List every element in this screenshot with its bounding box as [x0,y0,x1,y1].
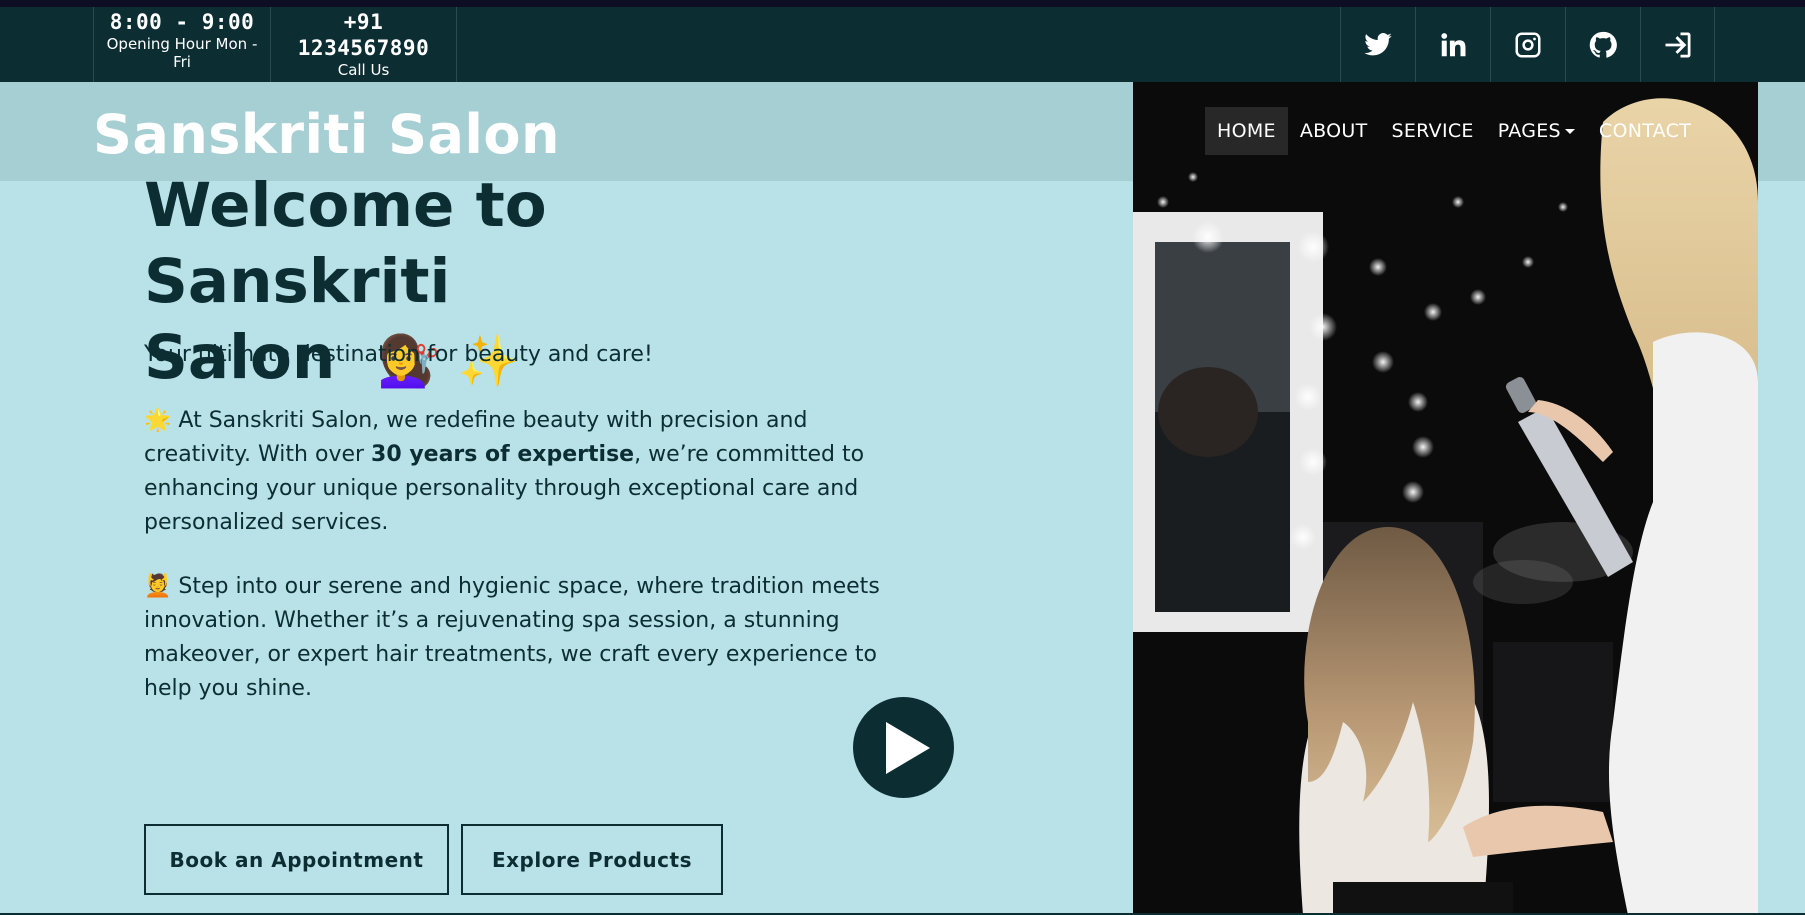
github-icon [1589,31,1617,58]
para2-text: Step into our serene and hygienic space,… [144,574,880,701]
social-links [1340,7,1715,82]
login-icon [1665,32,1690,57]
play-icon [885,721,930,774]
login-link[interactable] [1640,7,1715,82]
main-nav: HOME ABOUT SERVICE PAGES CONTACT [1205,107,1703,155]
hero-salon-photo [1133,82,1758,915]
instagram-icon [1515,32,1541,57]
top-info-bar: 8:00 - 9:00 Opening Hour Mon - Fri +91 1… [0,7,1805,82]
star-emoji-icon: 🌟 [144,408,172,433]
phone-number: +91 1234567890 [297,10,430,60]
opening-hours-value: 8:00 - 9:00 [109,10,255,34]
book-appointment-button[interactable]: Book an Appointment [144,824,449,895]
explore-products-button[interactable]: Explore Products [461,824,723,895]
instagram-link[interactable] [1490,7,1565,82]
hero-paragraph-1: 🌟 At Sanskriti Salon, we redefine beauty… [144,404,884,540]
salon-photo-illustration [1133,82,1758,915]
hero-tagline: Your ultimate destination for beauty and… [144,342,653,367]
opening-hours: 8:00 - 9:00 Opening Hour Mon - Fri [93,7,271,82]
window-top-edge [0,0,1805,7]
play-video-button[interactable] [853,697,954,798]
nav-pages[interactable]: PAGES [1486,107,1587,155]
phone-label: Call Us [337,61,390,79]
contact-info: 8:00 - 9:00 Opening Hour Mon - Fri +91 1… [93,7,457,82]
github-link[interactable] [1565,7,1640,82]
spa-emoji-icon: 💆 [144,574,172,599]
nav-pages-label: PAGES [1497,120,1561,142]
hero-title-line1: Welcome to Sanskriti [144,170,547,317]
opening-hours-label: Opening Hour Mon - Fri [106,35,258,71]
nav-home[interactable]: HOME [1205,107,1288,155]
nav-about[interactable]: ABOUT [1288,107,1380,155]
twitter-icon [1364,32,1392,55]
hero-paragraph-2: 💆 Step into our serene and hygienic spac… [144,570,884,706]
linkedin-link[interactable] [1415,7,1490,82]
linkedin-icon [1441,32,1466,56]
caret-down-icon [1564,128,1575,134]
twitter-link[interactable] [1340,7,1415,82]
para1-highlight: 30 years of expertise [371,442,635,467]
nav-service[interactable]: SERVICE [1380,107,1486,155]
brand-logo[interactable]: Sanskriti Salon [93,98,560,172]
nav-contact[interactable]: CONTACT [1587,107,1703,155]
phone-info: +91 1234567890 Call Us [271,7,457,82]
